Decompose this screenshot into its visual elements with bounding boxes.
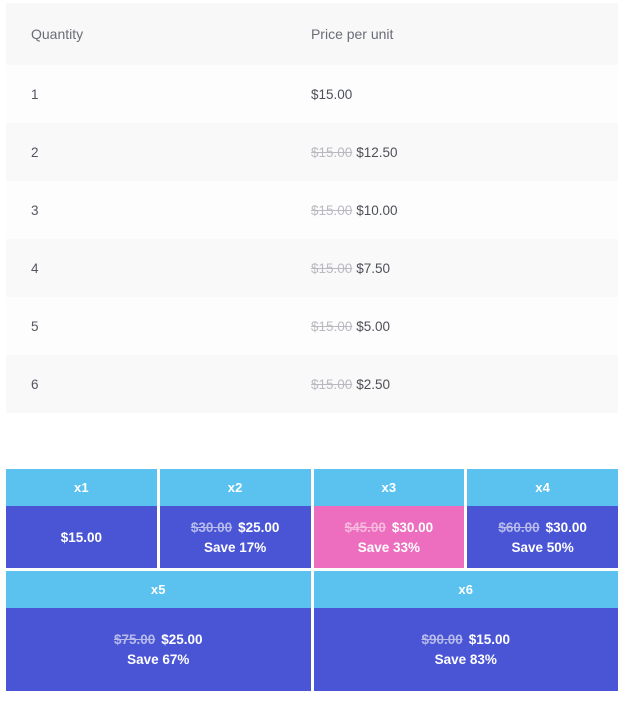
quantity-price-table-container: Quantity Price per unit 1 $15.00 2 $15.00 $1… <box>6 0 618 413</box>
table-row: 5 $15.00 $5.00 <box>6 297 618 355</box>
tier-card-label[interactable]: x5 <box>6 571 311 608</box>
original-price-strikethrough: $15.00 <box>310 318 353 334</box>
tier-current-total: $15.00 <box>468 632 511 647</box>
cell-price-per-unit: $15.00 $2.50 <box>292 355 618 413</box>
quantity-price-table: Quantity Price per unit 1 $15.00 2 $15.00 $1… <box>6 3 618 413</box>
tier-current-total: $15.00 <box>60 529 103 545</box>
cell-quantity: 5 <box>31 318 39 334</box>
tier-price-line: $30.00 $25.00 <box>191 520 280 535</box>
tier-card-label[interactable]: x1 <box>6 469 157 506</box>
cell-quantity: 4 <box>31 260 39 276</box>
tier-original-total-strikethrough: $30.00 <box>190 519 233 535</box>
column-header-price-per-unit: Price per unit <box>291 3 618 65</box>
tier-price-line: $15.00 <box>61 530 102 545</box>
tier-row-bottom: x5 $75.00 $25.00 Save 67% x6 $90.00 $15.00 Save… <box>6 571 618 691</box>
tier-savings-label: Save 50% <box>511 539 574 555</box>
tier-card-x6[interactable]: x6 $90.00 $15.00 Save 83% <box>313 571 618 691</box>
tier-current-total: $25.00 <box>161 632 203 647</box>
original-price-strikethrough: $15.00 <box>310 376 353 392</box>
tier-price-line: $60.00 $30.00 <box>498 520 587 535</box>
cell-price-per-unit: $15.00 $5.00 <box>292 297 618 355</box>
table-body: 1 $15.00 2 $15.00 $12.50 3 $15.00 $10.00 4 $15.00… <box>6 65 618 413</box>
table-row: 1 $15.00 <box>6 65 618 123</box>
cell-price-per-unit: $15.00 <box>292 65 618 123</box>
current-price: $10.00 <box>356 202 398 218</box>
tier-original-total-strikethrough: $75.00 <box>113 632 156 647</box>
tier-current-total: $25.00 <box>238 519 280 535</box>
tier-savings-label: Save 17% <box>203 539 267 555</box>
original-price-strikethrough: $15.00 <box>310 260 353 276</box>
tier-price-line: $75.00 $25.00 <box>114 632 203 647</box>
current-price: $2.50 <box>356 376 391 392</box>
original-price-strikethrough: $15.00 <box>310 144 353 160</box>
table-header-row: Quantity Price per unit <box>6 3 618 65</box>
table-row: 3 $15.00 $10.00 <box>6 181 618 239</box>
table-header: Quantity Price per unit <box>6 3 618 65</box>
tier-original-total-strikethrough: $60.00 <box>498 519 540 535</box>
cell-quantity: 6 <box>31 376 39 392</box>
tier-savings-label: Save 83% <box>434 652 497 667</box>
current-price: $12.50 <box>356 144 398 160</box>
tier-current-total: $30.00 <box>391 519 434 535</box>
cell-price-per-unit: $15.00 $10.00 <box>292 181 618 239</box>
tier-row-top: x1 $15.00 x2 $30.00 $25.00 Save 17% x3 $45.00 $3… <box>6 469 618 568</box>
tier-card-label[interactable]: x4 <box>467 469 618 506</box>
tier-card-body[interactable]: $15.00 <box>6 506 157 568</box>
tier-card-x5[interactable]: x5 $75.00 $25.00 Save 67% <box>6 571 311 691</box>
tier-price-line: $45.00 $30.00 <box>345 520 434 535</box>
tier-pricing-grid: x1 $15.00 x2 $30.00 $25.00 Save 17% x3 $45.00 $3… <box>0 469 624 691</box>
table-row: 6 $15.00 $2.50 <box>6 355 618 413</box>
tier-card-body[interactable]: $60.00 $30.00 Save 50% <box>467 506 618 568</box>
tier-card-body[interactable]: $30.00 $25.00 Save 17% <box>159 506 311 568</box>
tier-current-total: $30.00 <box>545 519 587 535</box>
table-row: 4 $15.00 $7.50 <box>6 239 618 297</box>
cell-quantity: 1 <box>31 86 39 102</box>
tier-card-label[interactable]: x6 <box>313 571 618 608</box>
current-price: $5.00 <box>356 318 391 334</box>
cell-price-per-unit: $15.00 $12.50 <box>292 123 618 181</box>
cell-quantity: 3 <box>31 202 39 218</box>
current-price: $15.00 <box>310 86 353 102</box>
tier-original-total-strikethrough: $45.00 <box>344 519 386 535</box>
tier-card-x3[interactable]: x3 $45.00 $30.00 Save 33% <box>313 469 465 568</box>
column-header-quantity: Quantity <box>6 3 292 65</box>
cell-quantity: 2 <box>31 144 39 160</box>
tier-card-label[interactable]: x2 <box>159 469 311 506</box>
tier-card-body[interactable]: $75.00 $25.00 Save 67% <box>6 608 311 691</box>
tier-price-line: $90.00 $15.00 <box>421 632 510 647</box>
tier-card-x4[interactable]: x4 $60.00 $30.00 Save 50% <box>467 469 618 568</box>
tier-card-body[interactable]: $90.00 $15.00 Save 83% <box>313 608 618 691</box>
tier-card-label[interactable]: x3 <box>313 469 465 506</box>
current-price: $7.50 <box>356 260 391 276</box>
tier-card-x2[interactable]: x2 $30.00 $25.00 Save 17% <box>159 469 311 568</box>
tier-savings-label: Save 33% <box>357 539 421 555</box>
original-price-strikethrough: $15.00 <box>310 202 353 218</box>
tier-original-total-strikethrough: $90.00 <box>421 632 463 647</box>
tier-card-x1[interactable]: x1 $15.00 <box>6 469 157 568</box>
cell-price-per-unit: $15.00 $7.50 <box>292 239 618 297</box>
table-row: 2 $15.00 $12.50 <box>6 123 618 181</box>
tier-savings-label: Save 67% <box>127 652 190 667</box>
tier-card-body[interactable]: $45.00 $30.00 Save 33% <box>313 506 465 568</box>
